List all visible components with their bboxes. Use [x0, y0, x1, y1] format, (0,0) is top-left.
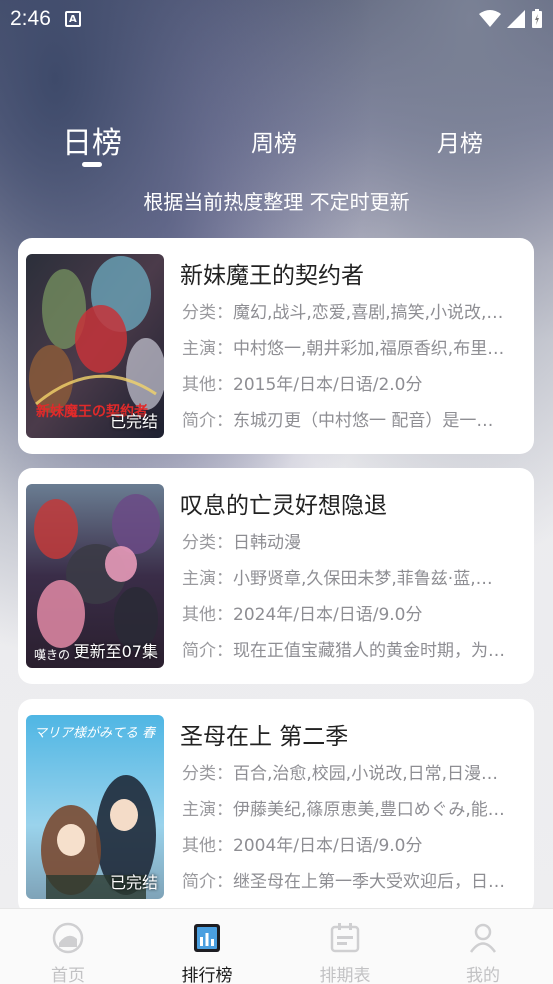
status-badge: 已完结 [109, 873, 158, 892]
ranking-card[interactable]: 嘆きの 更新至07集 叹息的亡灵好想隐退 分类：日韩动漫 主演：小野贤章,久保田… [18, 468, 534, 684]
genre-value: 日韩动漫 [233, 533, 301, 553]
cast-row: 主演：中村悠一,朝井彩加,福原香织,布里… [182, 334, 527, 359]
profile-icon [469, 923, 497, 953]
cast-row: 主演：小野贤章,久保田未梦,菲鲁兹·蓝,… [182, 564, 527, 589]
wifi-icon [479, 10, 501, 27]
genre-label: 分类： [182, 303, 233, 323]
genre-row: 分类：魔幻,战斗,恋爱,喜剧,搞笑,小说改,… [182, 298, 527, 323]
other-label: 其他： [182, 605, 233, 625]
cast-value: 伊藤美纪,篠原恵美,豊口めぐみ,能… [233, 800, 505, 820]
intro-label: 简介： [182, 411, 233, 431]
poster-image: マリア様がみてる 春 已完结 [26, 715, 164, 899]
active-tab-indicator [82, 162, 102, 167]
cast-value: 中村悠一,朝井彩加,福原香织,布里… [233, 339, 505, 359]
intro-value: 东城刃更（中村悠一 配音）是一… [233, 411, 494, 431]
status-bar: 2:46 A [0, 0, 553, 38]
intro-label: 简介： [182, 641, 233, 661]
nav-home-label: 首页 [51, 966, 85, 984]
tab-day[interactable]: 日榜 [62, 118, 122, 162]
ranking-card[interactable]: 新妹魔王の契約者 已完结 新妹魔王的契约者 分类：魔幻,战斗,恋爱,喜剧,搞笑,… [18, 238, 534, 454]
nav-schedule[interactable]: 排期表 [300, 917, 390, 984]
poster-image: 新妹魔王の契約者 已完结 [26, 254, 164, 438]
anime-title: 圣母在上 第二季 [180, 724, 349, 750]
ranking-card[interactable]: マリア様がみてる 春 已完结 圣母在上 第二季 分类：百合,治愈,校园,小说改,… [18, 699, 534, 915]
cast-row: 主演：伊藤美纪,篠原恵美,豊口めぐみ,能… [182, 795, 527, 820]
genre-label: 分类： [182, 764, 233, 784]
genre-value: 魔幻,战斗,恋爱,喜剧,搞笑,小说改,… [233, 303, 504, 323]
ranking-subtitle: 根据当前热度整理 不定时更新 [143, 190, 410, 214]
intro-value: 现在正值宝藏猎人的黄金时期，为… [233, 641, 505, 661]
tab-week[interactable]: 周榜 [251, 124, 297, 158]
other-value: 2024年/日本/日语/9.0分 [233, 605, 423, 625]
other-row: 其他：2024年/日本/日语/9.0分 [182, 600, 527, 625]
calendar-icon [330, 923, 360, 953]
nav-profile-label: 我的 [466, 966, 500, 984]
intro-row: 简介：东城刃更（中村悠一 配音）是一… [182, 406, 527, 431]
other-label: 其他： [182, 836, 233, 856]
cast-value: 小野贤章,久保田未梦,菲鲁兹·蓝,… [233, 569, 493, 589]
genre-row: 分类：日韩动漫 [182, 528, 527, 553]
cast-label: 主演： [182, 339, 233, 359]
poster-title-text: マリア様がみてる 春 [34, 726, 157, 741]
genre-row: 分类：百合,治愈,校园,小说改,日常,日漫… [182, 759, 527, 784]
bottom-nav: 首页 排行榜 排期表 我的 [0, 908, 553, 984]
ranking-icon [194, 924, 220, 952]
cast-label: 主演： [182, 800, 233, 820]
nav-schedule-label: 排期表 [319, 966, 371, 984]
tab-month[interactable]: 月榜 [437, 124, 483, 158]
a-icon: A [64, 11, 81, 27]
other-row: 其他：2015年/日本/日语/2.0分 [182, 370, 527, 395]
intro-value: 继圣母在上第一季大受欢迎后，日… [233, 872, 505, 892]
battery-icon [532, 9, 542, 28]
intro-row: 简介：继圣母在上第一季大受欢迎后，日… [182, 867, 527, 892]
nav-ranking[interactable]: 排行榜 [162, 917, 252, 984]
intro-label: 简介： [182, 872, 233, 892]
anime-title: 新妹魔王的契约者 [180, 263, 364, 289]
nav-profile[interactable]: 我的 [438, 917, 528, 984]
cast-label: 主演： [182, 569, 233, 589]
poster-title-text: 嘆きの [34, 648, 70, 662]
anime-title: 叹息的亡灵好想隐退 [180, 493, 387, 519]
status-time: 2:46 [10, 7, 51, 30]
other-value: 2004年/日本/日语/9.0分 [233, 836, 423, 856]
intro-row: 简介：现在正值宝藏猎人的黄金时期，为… [182, 636, 527, 661]
nav-home[interactable]: 首页 [23, 917, 113, 984]
genre-label: 分类： [182, 533, 233, 553]
poster-image: 嘆きの 更新至07集 [26, 484, 164, 668]
status-badge: 更新至07集 [73, 642, 158, 661]
signal-icon [507, 10, 525, 28]
nav-ranking-label: 排行榜 [181, 966, 233, 984]
home-icon [52, 922, 84, 954]
other-value: 2015年/日本/日语/2.0分 [233, 375, 423, 395]
ranking-tabs: 日榜 周榜 月榜 [0, 110, 553, 170]
other-row: 其他：2004年/日本/日语/9.0分 [182, 831, 527, 856]
other-label: 其他： [182, 375, 233, 395]
genre-value: 百合,治愈,校园,小说改,日常,日漫… [233, 764, 499, 784]
status-badge: 已完结 [109, 412, 158, 431]
